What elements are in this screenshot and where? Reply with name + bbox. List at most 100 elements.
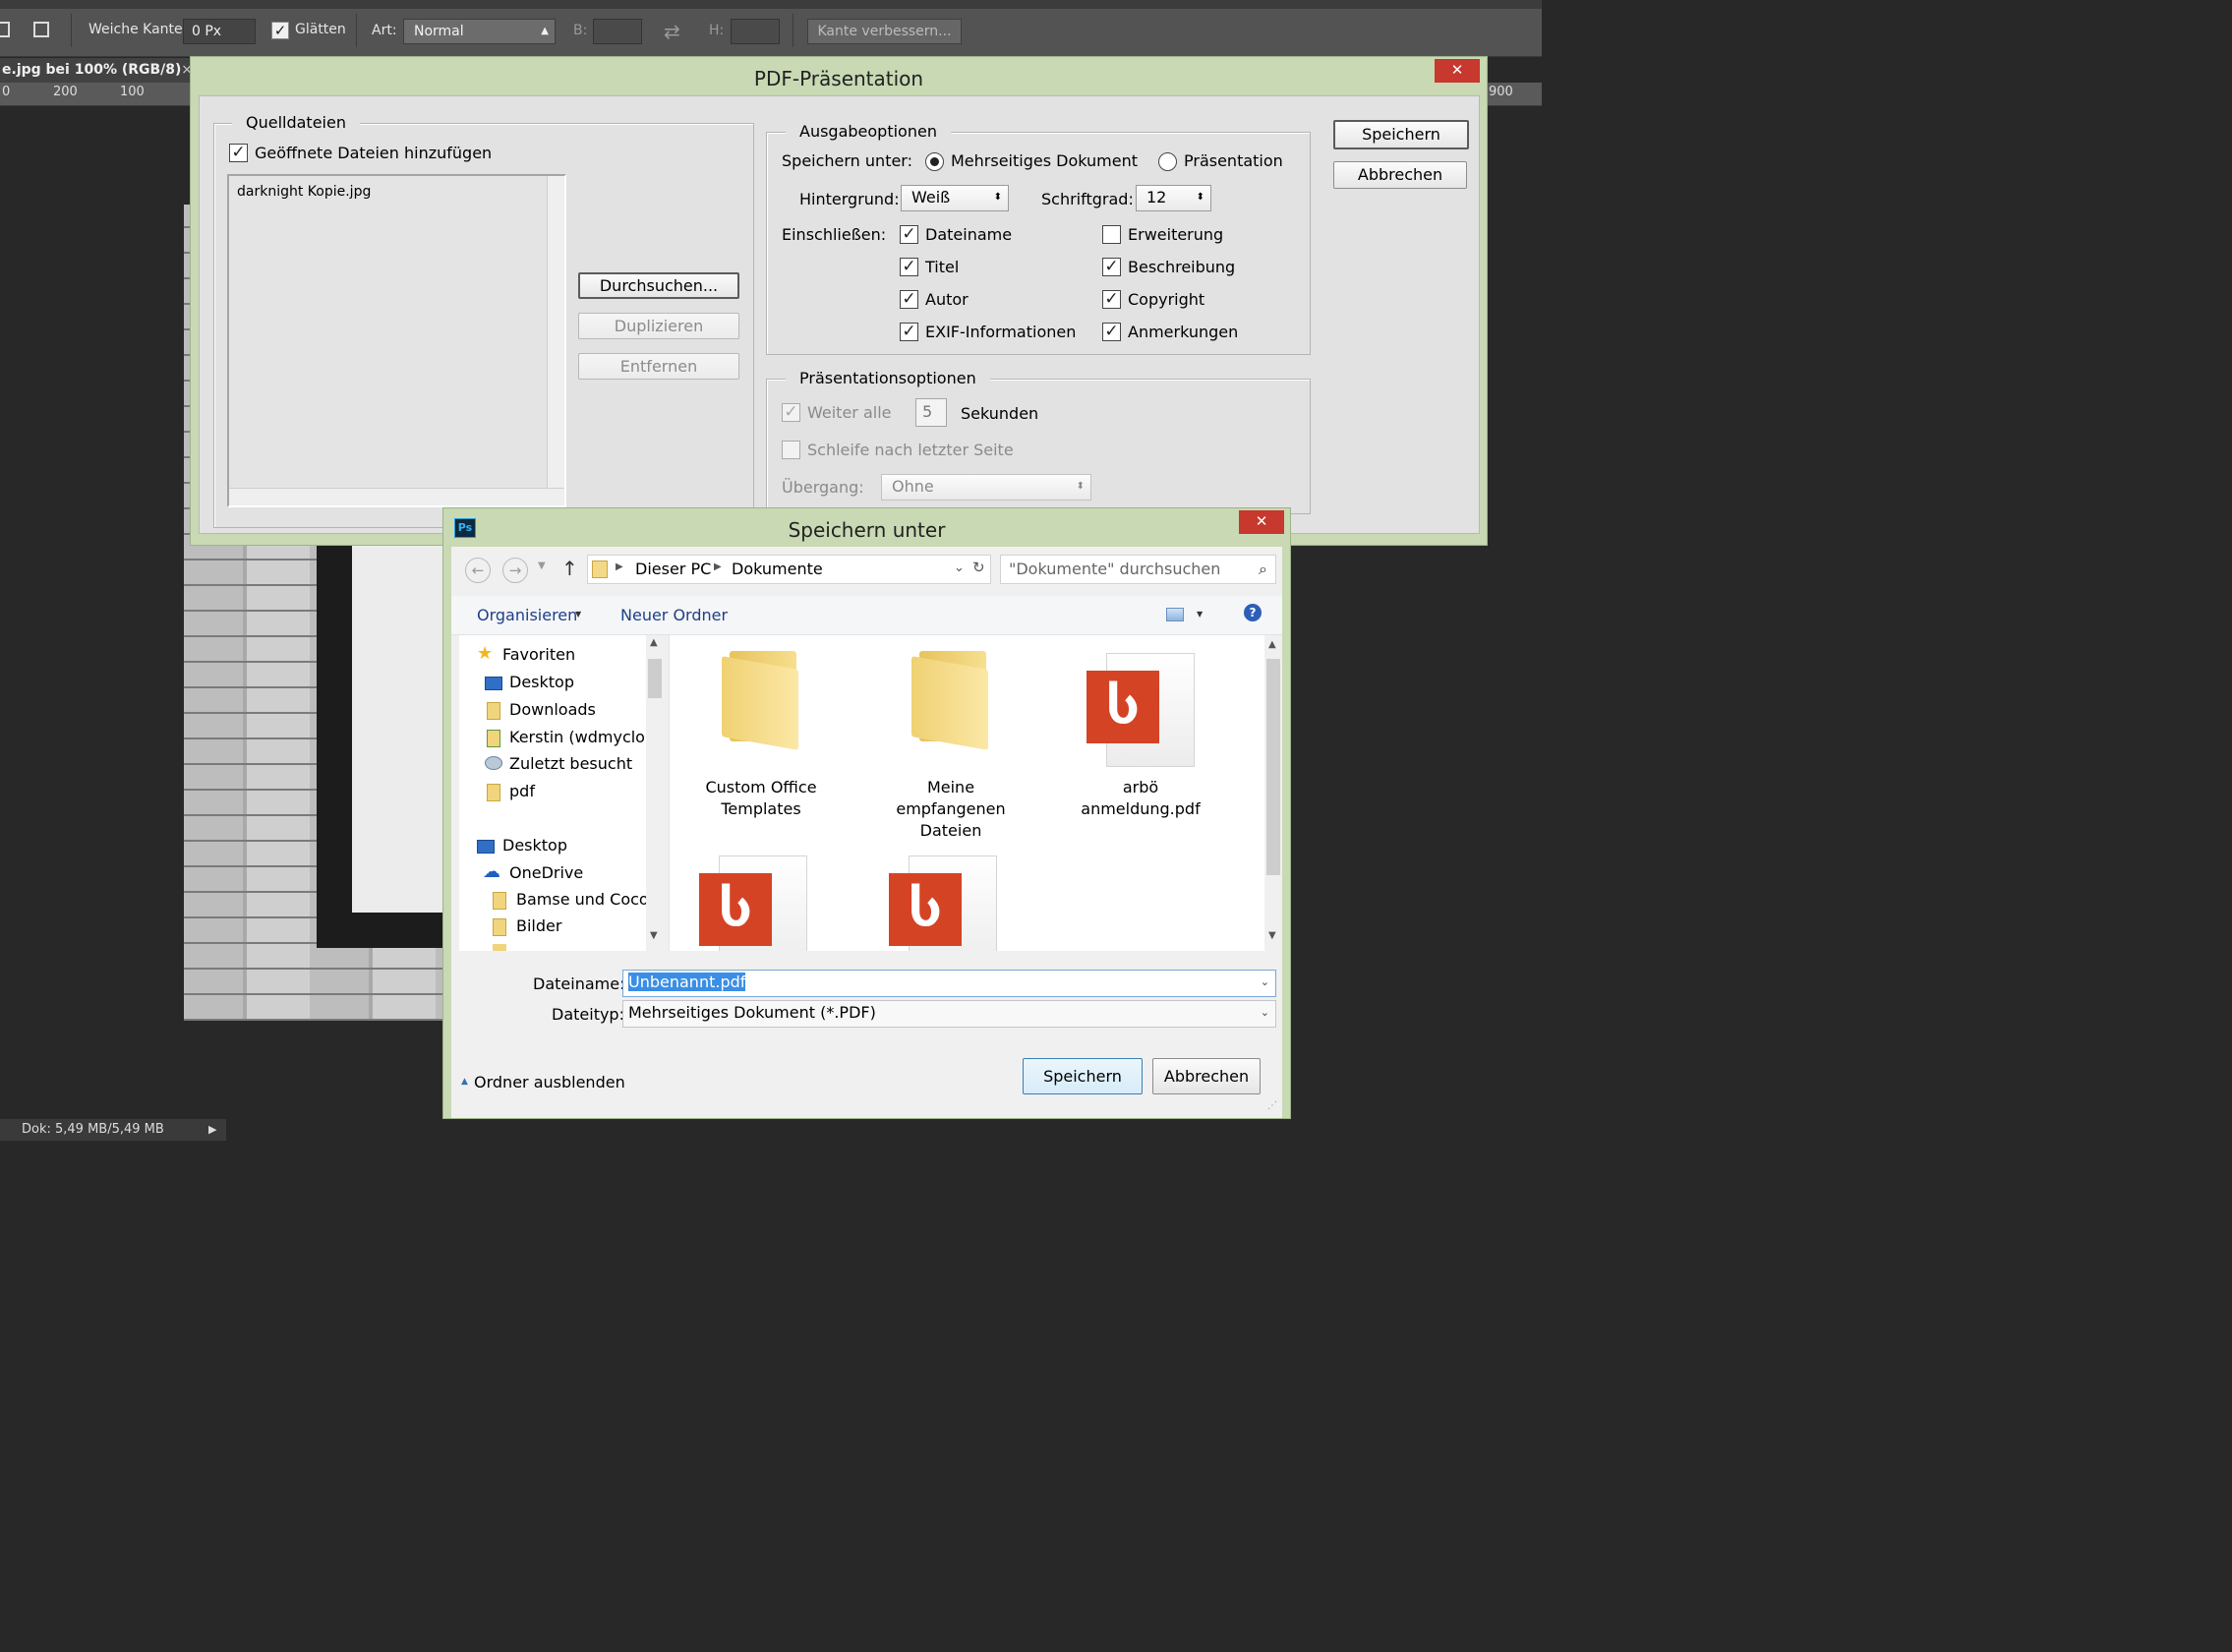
nav-item-bamse-und-coco[interactable]: Bamse und Coco <box>516 890 649 909</box>
file-item-pdf[interactable]: Ⴑ <box>867 856 1034 951</box>
duplicate-button[interactable]: Duplizieren <box>578 313 739 339</box>
scroll-up-icon[interactable]: ▲ <box>1268 639 1276 650</box>
pdf-cancel-button[interactable]: Abbrechen <box>1333 161 1467 189</box>
pdf-save-button[interactable]: Speichern <box>1333 120 1469 149</box>
scroll-thumb[interactable] <box>648 659 662 698</box>
add-open-files-checkbox[interactable]: ✓ <box>229 144 248 162</box>
pdf-file-icon: Ⴑ <box>1087 653 1195 767</box>
horizontal-scrollbar[interactable] <box>229 488 564 505</box>
width-input[interactable] <box>593 19 642 44</box>
resize-grip-icon[interactable]: ⋰ <box>1267 1100 1277 1111</box>
source-file-list[interactable]: darknight Kopie.jpg <box>227 174 566 507</box>
include-copyright-checkbox[interactable]: ✓ <box>1102 290 1121 309</box>
swap-icon[interactable]: ⇄ <box>664 20 680 43</box>
search-placeholder: "Dokumente" durchsuchen <box>1009 560 1221 578</box>
file-item-pdf[interactable]: Ⴑ arbö anmeldung.pdf <box>1057 645 1224 842</box>
browse-button[interactable]: Durchsuchen... <box>578 272 739 299</box>
close-icon[interactable]: ✕ <box>1239 510 1284 534</box>
include-annotations-label: Anmerkungen <box>1128 323 1239 341</box>
background-select[interactable]: Weiß ⬍ <box>901 185 1009 211</box>
help-icon[interactable]: ? <box>1244 604 1262 621</box>
include-author-checkbox[interactable]: ✓ <box>900 290 918 309</box>
include-annotations-checkbox[interactable]: ✓ <box>1102 323 1121 341</box>
scroll-up-icon[interactable]: ▲ <box>650 637 658 648</box>
output-options-legend: Ausgabeoptionen <box>786 122 951 141</box>
advance-label: Weiter alle <box>807 403 892 422</box>
cancel-button[interactable]: Abbrechen <box>1152 1058 1261 1094</box>
refine-edge-button[interactable]: Kante verbessern... <box>807 19 962 44</box>
style-select[interactable]: Normal ▲ <box>403 19 556 44</box>
address-dropdown-icon[interactable]: ⌄ <box>954 560 965 575</box>
breadcrumb-this-pc[interactable]: Dieser PC <box>635 560 711 578</box>
nav-item-favorites[interactable]: Favoriten <box>502 645 575 664</box>
style-value: Normal <box>414 24 464 39</box>
close-icon[interactable]: ✕ <box>1435 59 1480 83</box>
advance-seconds-input[interactable]: 5 <box>915 398 947 427</box>
loop-checkbox[interactable] <box>782 441 800 459</box>
hide-folders-toggle[interactable]: Ordner ausblenden <box>474 1073 625 1092</box>
selection-new-icon[interactable] <box>0 22 10 37</box>
nav-item-network-share[interactable]: Kerstin (wdmyclou <box>509 728 655 746</box>
file-item-folder[interactable]: Meine empfangenen Dateien <box>867 645 1034 842</box>
document-tab[interactable]: e.jpg bei 100% (RGB/8) × <box>0 58 197 83</box>
back-arrow-icon[interactable]: ← <box>465 558 491 583</box>
save-button[interactable]: Speichern <box>1023 1058 1143 1094</box>
nav-item-desktop[interactable]: Desktop <box>509 673 574 691</box>
play-arrow-icon[interactable]: ▶ <box>208 1119 216 1141</box>
nav-item-downloads[interactable]: Downloads <box>509 700 596 719</box>
save-as-dialog: Ps Speichern unter ✕ ← → ▼ ↑ ▶ Dieser PC… <box>442 507 1291 1119</box>
transition-select[interactable]: Ohne ⬍ <box>881 474 1091 501</box>
nav-scrollbar[interactable]: ▲ ▼ <box>646 635 664 951</box>
filename-input[interactable]: Unbenannt.pdf ⌄ <box>622 970 1276 997</box>
history-dropdown-icon[interactable]: ▼ <box>538 560 546 571</box>
antialias-label: Glätten <box>295 22 346 37</box>
vertical-scrollbar[interactable] <box>547 176 564 505</box>
new-folder-button[interactable]: Neuer Ordner <box>620 606 728 624</box>
file-scrollbar[interactable]: ▲ ▼ <box>1264 635 1282 951</box>
scroll-thumb[interactable] <box>1266 659 1280 875</box>
nav-item-desktop-root[interactable]: Desktop <box>502 836 567 855</box>
nav-item-recent[interactable]: Zuletzt besucht <box>509 754 632 773</box>
include-filename-checkbox[interactable]: ✓ <box>900 225 918 244</box>
include-title-checkbox[interactable]: ✓ <box>900 258 918 276</box>
list-item[interactable]: darknight Kopie.jpg <box>237 184 371 200</box>
presentation-radio[interactable] <box>1158 152 1177 171</box>
forward-arrow-icon[interactable]: → <box>502 558 528 583</box>
advance-checkbox[interactable]: ✓ <box>782 403 800 422</box>
nav-item-pdf[interactable]: pdf <box>509 782 535 800</box>
file-item-pdf[interactable]: Ⴑ <box>677 856 845 951</box>
include-extension-checkbox[interactable] <box>1102 225 1121 244</box>
address-bar[interactable]: ▶ Dieser PC ▶ Dokumente ⌄ ↻ <box>587 555 991 584</box>
antialias-checkbox[interactable]: ✓ <box>271 22 289 39</box>
up-arrow-icon[interactable]: ↑ <box>561 557 578 580</box>
selection-subtract-icon[interactable] <box>33 22 49 37</box>
filetype-select[interactable]: Mehrseitiges Dokument (*.PDF) ⌄ <box>622 1000 1276 1028</box>
include-exif-label: EXIF-Informationen <box>925 323 1077 341</box>
add-open-files-label: Geöffnete Dateien hinzufügen <box>255 144 493 162</box>
refresh-icon[interactable]: ↻ <box>972 559 985 576</box>
search-input[interactable]: "Dokumente" durchsuchen ⌕ <box>1000 555 1276 584</box>
collapse-arrow-icon[interactable]: ▲ <box>461 1077 468 1087</box>
chevron-down-icon[interactable]: ⌄ <box>1261 971 1269 994</box>
remove-button[interactable]: Entfernen <box>578 353 739 380</box>
ps-options-bar: Weiche Kante: 0 Px ✓ Glätten Art: Normal… <box>0 0 1542 57</box>
view-options-icon[interactable] <box>1166 608 1184 621</box>
scroll-down-icon[interactable]: ▼ <box>650 930 658 941</box>
nav-item-onedrive[interactable]: OneDrive <box>509 863 583 882</box>
view-dropdown-icon[interactable]: ▼ <box>1197 610 1203 619</box>
transition-value: Ohne <box>892 477 934 496</box>
organize-menu[interactable]: Organisieren <box>477 606 577 624</box>
height-input[interactable] <box>731 19 780 44</box>
font-size-select[interactable]: 12 ⬍ <box>1136 185 1211 211</box>
include-description-checkbox[interactable]: ✓ <box>1102 258 1121 276</box>
breadcrumb-documents[interactable]: Dokumente <box>732 560 823 578</box>
feather-input[interactable]: 0 Px <box>183 19 256 44</box>
file-item-folder[interactable]: Custom Office Templates <box>677 645 845 842</box>
save-fields-area: Dateiname: Unbenannt.pdf ⌄ Dateityp: Meh… <box>451 951 1282 1118</box>
scroll-down-icon[interactable]: ▼ <box>1268 930 1276 941</box>
multi-page-radio[interactable] <box>925 152 944 171</box>
nav-item-bilder[interactable]: Bilder <box>516 916 561 935</box>
frame-mat <box>352 521 444 913</box>
include-exif-checkbox[interactable]: ✓ <box>900 323 918 341</box>
doc-size-text: Dok: 5,49 MB/5,49 MB <box>22 1122 164 1137</box>
